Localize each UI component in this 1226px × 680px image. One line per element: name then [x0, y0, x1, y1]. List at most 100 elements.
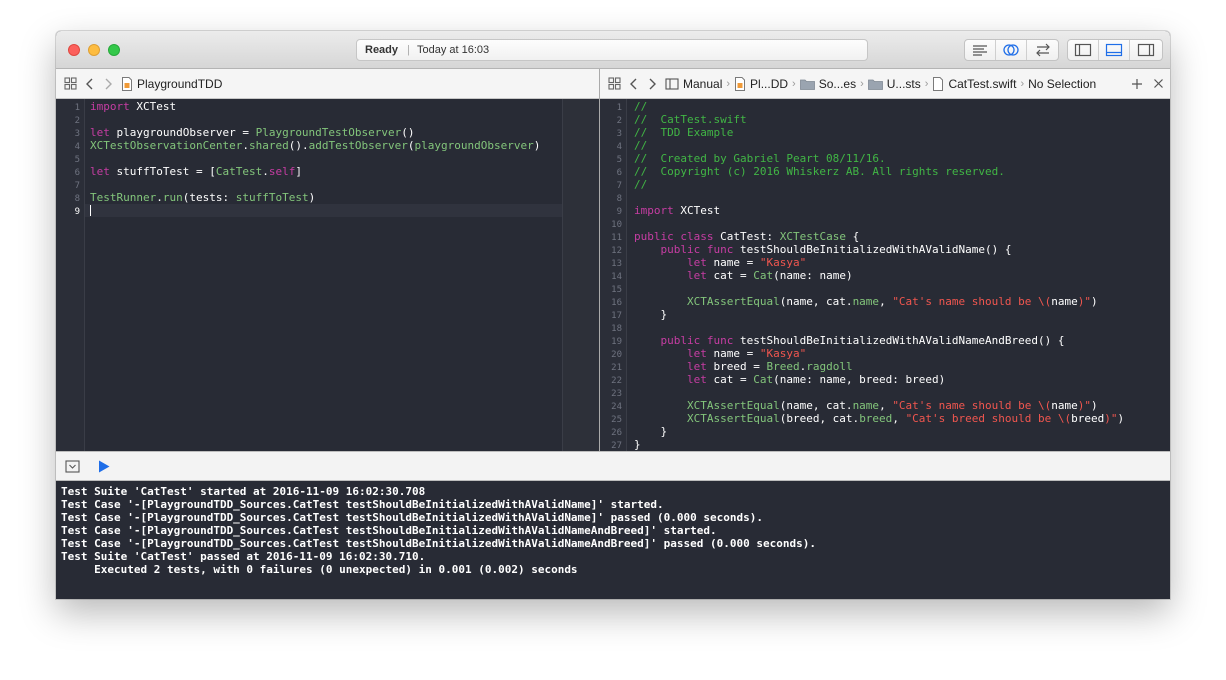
manual-icon [665, 77, 679, 90]
code-token: breed [1071, 412, 1105, 425]
code-token: Breed [766, 360, 800, 373]
line-number: 13 [611, 259, 622, 269]
right-source-editor[interactable]: 1 2 3 4 5 6 7 8 9 10 11 12 13 14 15 16 17 18 19 20 21 22 23 24 2… [600, 99, 1170, 451]
line-number: 15 [611, 285, 622, 295]
version-editor-button[interactable] [1027, 40, 1058, 60]
code-line: let cat = Cat(name: name, breed: breed) [634, 373, 1124, 386]
line-number: 23 [611, 389, 622, 399]
line-number: 4 [74, 142, 80, 152]
back-button[interactable] [85, 77, 95, 91]
code-token: cat = [706, 269, 754, 282]
crumb-playground[interactable]: Pl...DD [734, 76, 788, 91]
line-number: 22 [611, 376, 622, 386]
run-playground-button[interactable] [98, 460, 110, 478]
line-number: 8 [74, 194, 80, 204]
code-token: testShouldBeInitializedWithAValidNameAnd… [733, 334, 1065, 347]
crumb-sources[interactable]: So...es [799, 76, 857, 91]
zoom-icon[interactable] [108, 44, 120, 56]
related-items-button-right[interactable] [608, 77, 621, 90]
code-line: let stuffToTest = [CatTest.self] [90, 165, 540, 178]
code-line: // [634, 139, 1124, 152]
code-token: ) [1091, 399, 1098, 412]
status-time: Today at 16:03 [417, 44, 490, 56]
console-line: Executed 2 tests, with 0 failures (0 une… [61, 563, 578, 576]
forward-button-right[interactable] [647, 77, 657, 91]
code-token: name [1051, 295, 1078, 308]
assistant-editor-icon [1003, 44, 1019, 56]
line-number: 26 [611, 428, 622, 438]
related-items-button[interactable] [64, 77, 77, 90]
code-line: public func testShouldBeInitializedWithA… [634, 243, 1124, 256]
utilities-toggle-icon [1137, 43, 1154, 57]
line-number: 12 [611, 246, 622, 256]
code-token: playgroundObserver = [109, 126, 256, 139]
code-token: name = [706, 256, 760, 269]
navigator-toggle-button[interactable] [1068, 40, 1099, 60]
code-token: // CatTest.swift [634, 113, 747, 126]
code-token: "Kasya" [759, 256, 807, 269]
code-token: // Created by Gabriel Peart 08/11/16. [634, 152, 886, 165]
close-icon[interactable] [68, 44, 80, 56]
code-token: )" [1077, 399, 1092, 412]
code-token: (breed, cat. [779, 412, 860, 425]
console-area[interactable]: Test Suite 'CatTest' started at 2016-11-… [56, 481, 1170, 599]
status-separator: | [407, 44, 410, 56]
code-token: name [852, 399, 880, 412]
code-token: func [706, 334, 734, 347]
activity-viewer: Ready | Today at 16:03 [356, 39, 868, 61]
code-token: XCTest [129, 100, 177, 113]
console-line: Test Suite 'CatTest' started at 2016-11-… [61, 485, 426, 498]
chevron-left-icon [86, 78, 93, 89]
close-editor-button[interactable] [1153, 78, 1164, 89]
code-line: // [634, 100, 1124, 113]
line-number: 4 [616, 142, 622, 152]
jump-bar-crumb-playground[interactable]: PlaygroundTDD [121, 76, 222, 91]
code-token: name [1051, 399, 1078, 412]
code-token: )" [1077, 295, 1092, 308]
code-token: name = [706, 347, 760, 360]
minimize-icon[interactable] [88, 44, 100, 56]
code-token: let [90, 126, 110, 139]
line-number: 16 [611, 298, 622, 308]
code-token: CatTest [215, 165, 263, 178]
hide-debug-area-button[interactable] [65, 460, 80, 478]
text-cursor [90, 205, 91, 216]
code-token: let [686, 347, 707, 360]
add-editor-button[interactable] [1131, 78, 1143, 90]
crumb-sources-label: So...es [818, 76, 857, 91]
console-line: Test Case '-[PlaygroundTDD_Sources.CatTe… [61, 524, 717, 537]
standard-editor-icon [973, 45, 987, 56]
chevron-right-icon: › [792, 77, 796, 90]
back-button-right[interactable] [629, 77, 639, 91]
code-token: // [634, 100, 648, 113]
console-line: Test Case '-[PlaygroundTDD_Sources.CatTe… [61, 537, 816, 550]
crumb-unit-tests[interactable]: U...sts [867, 76, 921, 91]
crumb-unit-tests-label: U...sts [886, 76, 921, 91]
code-token: let [686, 360, 707, 373]
forward-button[interactable] [103, 77, 113, 91]
utilities-toggle-button[interactable] [1130, 40, 1161, 60]
standard-editor-button[interactable] [965, 40, 996, 60]
right-code-content[interactable]: //// CatTest.swift// TDD Example//// Cre… [634, 100, 1124, 451]
debug-area-toggle-button[interactable] [1099, 40, 1130, 60]
assistant-editor-button[interactable] [996, 40, 1027, 60]
code-token: XCTestObservationCenter [90, 139, 243, 152]
crumb-manual[interactable]: Manual [665, 77, 722, 91]
code-line: public func testShouldBeInitializedWithA… [634, 334, 1124, 347]
code-token: addTestObserver [308, 139, 408, 152]
left-source-editor[interactable]: 1 2 3 4 5 6 7 8 9 import XCTest let playgroundObs… [56, 99, 599, 451]
crumb-no-selection[interactable]: No Selection [1028, 77, 1096, 91]
console-line: Test Suite 'CatTest' passed at 2016-11-0… [61, 550, 426, 563]
run-playground-icon [99, 460, 110, 473]
code-token: (name: name, breed: breed) [773, 373, 946, 386]
line-number: 8 [616, 194, 622, 204]
code-token: (name: name) [773, 269, 853, 282]
crumb-cattest-file[interactable]: CatTest.swift [932, 76, 1016, 91]
code-token: (tests: [182, 191, 236, 204]
left-code-content[interactable]: import XCTest let playgroundObserver = Pl… [90, 100, 540, 217]
